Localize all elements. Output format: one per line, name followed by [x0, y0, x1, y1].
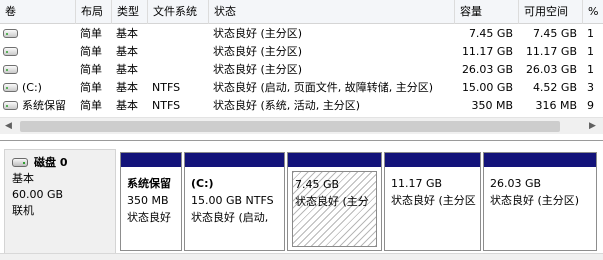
partition-status: 状态良好 (启动, [191, 211, 269, 224]
partition-26gb[interactable]: 26.03 GB 状态良好 (主分区) [483, 152, 597, 251]
partition-11gb[interactable]: 11.17 GB 状态良好 (主分区) [384, 152, 481, 251]
partition-name: 系统保留 [127, 177, 171, 190]
partition-status: 状态良好 (主分区) [490, 194, 580, 207]
free-space-cell: 316 MB [535, 99, 577, 112]
partition-type-bar [385, 153, 480, 167]
volume-icon [3, 29, 18, 38]
disk-map: 磁盘 0 基本 60.00 GB 联机 系统保留 350 MB 状态良好 (C:… [0, 140, 603, 260]
status-cell: 状态良好 (系统, 活动, 主分区) [213, 99, 361, 112]
volume-row[interactable]: 简单 基本 状态良好 (主分区) 11.17 GB 11.17 GB 1 [0, 43, 603, 61]
column-header-filesystem[interactable]: 文件系统 [148, 0, 209, 24]
volume-row[interactable]: 系统保留 简单 基本 NTFS 状态良好 (系统, 活动, 主分区) 350 M… [0, 97, 603, 115]
volume-list[interactable]: 卷 布局 类型 文件系统 状态 容量 可用空间 % 简单 基本 状态良好 (主分… [0, 0, 603, 120]
filesystem-cell [148, 25, 209, 43]
horizontal-scrollbar[interactable]: ◀ ▶ [0, 117, 603, 134]
volume-row[interactable]: 简单 基本 状态良好 (主分区) 7.45 GB 7.45 GB 1 [0, 25, 603, 43]
column-header-status[interactable]: 状态 [209, 0, 455, 24]
volume-cell: (C:) [0, 79, 76, 97]
filesystem-cell: NTFS [152, 99, 181, 112]
free-space-cell: 11.17 GB [525, 45, 577, 58]
partition-size: 26.03 GB [490, 177, 542, 190]
partition-size: 7.45 GB [295, 178, 340, 191]
layout-cell: 简单 [80, 27, 102, 40]
volume-cell [0, 43, 76, 61]
bottom-status-strip [0, 253, 603, 260]
free-space-cell: 4.52 GB [532, 81, 577, 94]
partition-c-drive[interactable]: (C:) 15.00 GB NTFS 状态良好 (启动, [184, 152, 285, 251]
layout-cell: 简单 [80, 81, 102, 94]
scroll-left-arrow-icon[interactable]: ◀ [0, 118, 17, 135]
status-cell: 状态良好 (启动, 页面文件, 故障转储, 主分区) [213, 81, 434, 94]
partition-system-reserved[interactable]: 系统保留 350 MB 状态良好 [120, 152, 182, 251]
column-header-volume[interactable]: 卷 [0, 0, 76, 24]
partition-type-bar [121, 153, 181, 167]
percent-free-cell: 1 [587, 63, 594, 76]
partition-size: 350 MB [127, 194, 169, 207]
layout-cell: 简单 [80, 99, 102, 112]
partition-status: 状态良好 (主分区) [391, 194, 476, 207]
capacity-cell: 350 MB [471, 99, 513, 112]
partition-size: 11.17 GB [391, 177, 443, 190]
disk-size: 60.00 GB [12, 188, 64, 201]
column-header-free-space[interactable]: 可用空间 [519, 0, 583, 24]
volume-name: 系统保留 [22, 99, 66, 112]
partition-status: 状态良好 (主分 [295, 195, 369, 208]
partition-type-bar [288, 153, 381, 167]
volume-icon [3, 83, 18, 92]
type-cell: 基本 [116, 63, 138, 76]
type-cell: 基本 [116, 81, 138, 94]
column-header-type[interactable]: 类型 [112, 0, 148, 24]
capacity-cell: 7.45 GB [468, 27, 513, 40]
volume-icon [3, 101, 18, 110]
type-cell: 基本 [116, 45, 138, 58]
partition-name: (C:) [191, 177, 214, 190]
volume-row[interactable]: (C:) 简单 基本 NTFS 状态良好 (启动, 页面文件, 故障转储, 主分… [0, 79, 603, 97]
free-space-cell: 26.03 GB [525, 63, 577, 76]
partition-type-bar [185, 153, 284, 167]
layout-cell: 简单 [80, 45, 102, 58]
column-header-row: 卷 布局 类型 文件系统 状态 容量 可用空间 % [0, 0, 603, 24]
column-header-layout[interactable]: 布局 [76, 0, 112, 24]
volume-icon [3, 47, 18, 56]
capacity-cell: 11.17 GB [461, 45, 513, 58]
volume-cell: 系统保留 [0, 97, 76, 115]
volume-row[interactable]: 简单 基本 状态良好 (主分区) 26.03 GB 26.03 GB 1 [0, 61, 603, 79]
disk-info-panel[interactable]: 磁盘 0 基本 60.00 GB 联机 [4, 149, 116, 254]
disk-state: 联机 [12, 204, 34, 217]
column-header-capacity[interactable]: 容量 [455, 0, 519, 24]
free-space-cell: 7.45 GB [532, 27, 577, 40]
scrollbar-thumb[interactable] [20, 121, 560, 132]
status-cell: 状态良好 (主分区) [213, 45, 303, 58]
column-header-percent-free[interactable]: % [583, 0, 603, 24]
filesystem-cell: NTFS [152, 81, 181, 94]
capacity-cell: 26.03 GB [461, 63, 513, 76]
partition-size: 15.00 GB NTFS [191, 194, 274, 207]
status-cell: 状态良好 (主分区) [213, 27, 303, 40]
type-cell: 基本 [116, 99, 138, 112]
volume-cell [0, 61, 76, 79]
percent-free-cell: 9 [587, 99, 594, 112]
volume-cell [0, 25, 76, 43]
disk-type: 基本 [12, 172, 34, 185]
capacity-cell: 15.00 GB [461, 81, 513, 94]
disk-icon [12, 158, 28, 167]
percent-free-cell: 3 [587, 81, 594, 94]
scroll-right-arrow-icon[interactable]: ▶ [584, 118, 601, 135]
partition-7gb-selected[interactable]: 7.45 GB 状态良好 (主分 [287, 152, 382, 251]
type-cell: 基本 [116, 27, 138, 40]
disk-title: 磁盘 0 [34, 156, 68, 169]
volume-name: (C:) [22, 81, 42, 94]
partition-status: 状态良好 [127, 211, 171, 224]
filesystem-cell [148, 43, 209, 61]
partition-type-bar [484, 153, 596, 167]
volume-icon [3, 65, 18, 74]
filesystem-cell [148, 61, 209, 79]
percent-free-cell: 1 [587, 45, 594, 58]
percent-free-cell: 1 [587, 27, 594, 40]
status-cell: 状态良好 (主分区) [213, 63, 303, 76]
layout-cell: 简单 [80, 63, 102, 76]
